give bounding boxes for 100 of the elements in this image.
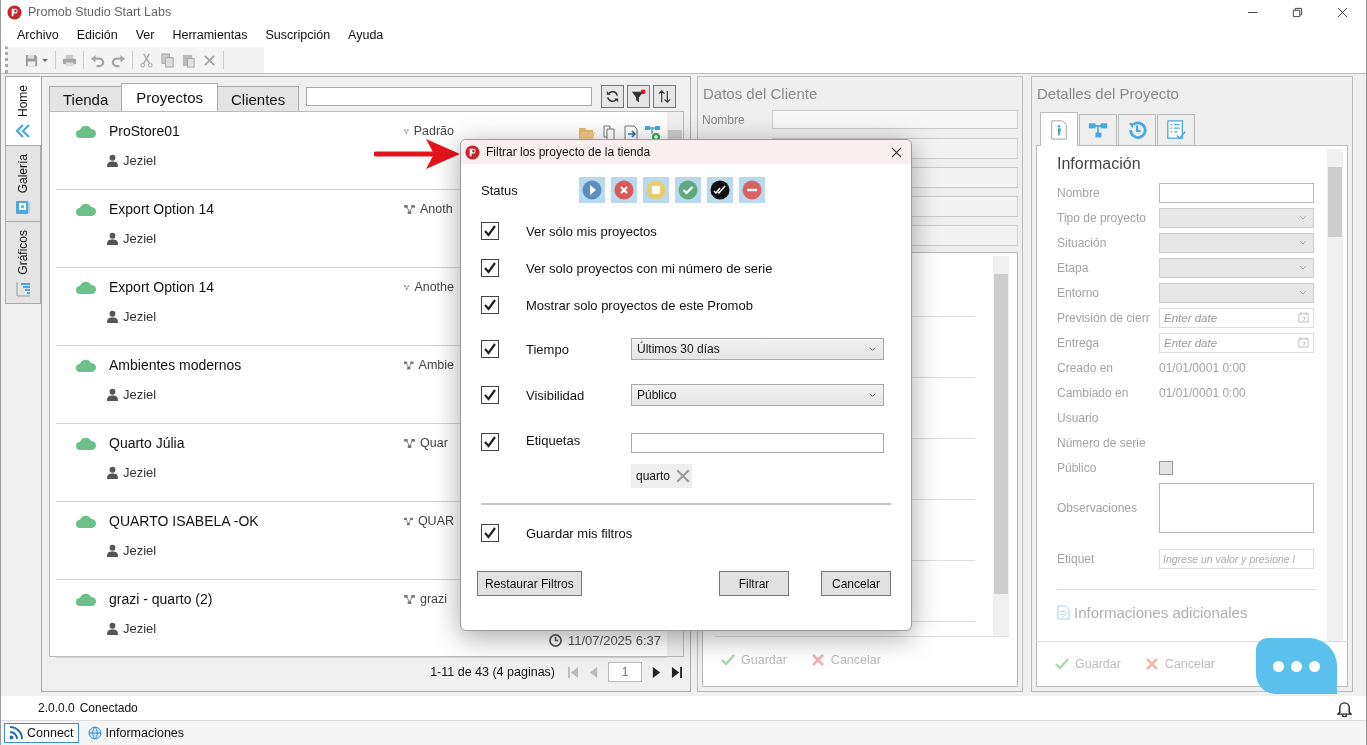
tags-input-field[interactable] (631, 433, 884, 453)
status-toggle[interactable] (579, 177, 605, 203)
first-page-icon[interactable] (568, 665, 579, 679)
chat-button[interactable] (1256, 638, 1337, 694)
folder-icon[interactable] (579, 125, 595, 141)
checkbox[interactable] (481, 433, 499, 451)
menu-item[interactable]: Archivo (8, 28, 68, 42)
project-name[interactable]: Quarto Júlia (109, 435, 185, 451)
taskbar-button[interactable]: Connect (4, 723, 79, 743)
side-tab[interactable]: Gráficos (5, 221, 41, 305)
cloud-icon (76, 280, 96, 294)
user-icon (107, 153, 118, 167)
dropdown[interactable] (1159, 282, 1314, 303)
reset-button[interactable]: Restaurar Filtros (477, 571, 582, 596)
project-branch: QUAR (417, 514, 454, 528)
input-field[interactable] (1159, 182, 1314, 203)
filter-button[interactable] (627, 85, 651, 108)
page-number-field[interactable]: 1 (608, 662, 642, 682)
filter-button[interactable]: Filtrar (719, 571, 789, 596)
maximize-icon[interactable] (1292, 6, 1303, 18)
checkbox[interactable] (481, 386, 499, 404)
dropdown[interactable] (1159, 207, 1314, 228)
cancel-button[interactable]: Cancelar (821, 571, 891, 596)
previous-page-icon[interactable] (588, 665, 599, 679)
input-field[interactable] (772, 110, 1018, 129)
cut-icon[interactable] (139, 52, 154, 68)
placeholder: Enter date (1164, 336, 1218, 349)
calendar-icon[interactable] (1298, 337, 1309, 348)
tab[interactable] (1118, 114, 1156, 145)
menu-item[interactable]: Edición (67, 28, 127, 42)
delete-icon[interactable] (202, 52, 217, 68)
remove-icon[interactable] (676, 469, 691, 483)
dropdown[interactable] (1159, 232, 1314, 253)
menu-item[interactable]: Ver (126, 28, 164, 42)
window-title: Promob Studio Start Labs (28, 5, 172, 19)
status-toggle[interactable] (707, 177, 733, 203)
calendar-icon[interactable] (1298, 312, 1309, 323)
branch-icon (404, 204, 415, 214)
note-icon (1057, 605, 1070, 620)
close-icon[interactable] (891, 146, 902, 158)
chevron-down-icon (869, 392, 876, 398)
next-page-icon[interactable] (651, 665, 662, 679)
field-label: Cambiado en (1057, 385, 1130, 400)
tab[interactable] (1040, 112, 1078, 146)
clock-icon (549, 634, 562, 647)
checkbox[interactable] (1159, 460, 1173, 475)
side-tab[interactable]: Galería (5, 145, 41, 223)
bell-icon[interactable] (1337, 699, 1352, 717)
checkbox[interactable] (481, 222, 499, 240)
tab[interactable]: Clientes (217, 86, 300, 111)
tags-field[interactable]: Ingrese un valor y presione l (1159, 548, 1314, 569)
print-icon[interactable] (62, 52, 77, 68)
project-name[interactable]: ProStore01 (109, 123, 180, 139)
project-name[interactable]: QUARTO ISABELA -OK (109, 513, 259, 529)
status-toggle[interactable] (611, 177, 637, 203)
app-logo-icon (7, 4, 22, 20)
project-name[interactable]: grazi - quarto (2) (109, 591, 213, 607)
checkbox[interactable] (481, 340, 499, 358)
field-label: Observaciones (1057, 501, 1139, 515)
side-tab[interactable]: Home (5, 76, 41, 146)
redo-icon[interactable] (111, 52, 126, 68)
dropdown[interactable] (1159, 257, 1314, 278)
project-branch: Ambie (418, 358, 454, 372)
refresh-button[interactable] (601, 85, 625, 108)
project-name[interactable]: Ambientes modernos (109, 357, 242, 373)
menu-item[interactable]: Ayuda (339, 28, 393, 42)
export-icon[interactable] (623, 125, 639, 141)
checkbox[interactable] (481, 259, 499, 277)
option-label: Guardar mis filtros (526, 525, 633, 541)
scrollbar[interactable] (1327, 149, 1343, 641)
tab[interactable]: Proyectos (121, 83, 218, 111)
last-page-icon[interactable] (671, 665, 682, 679)
menu-item[interactable]: Herramientas (163, 28, 257, 42)
text-area[interactable] (1159, 483, 1314, 533)
dropdown[interactable]: Público (631, 384, 884, 406)
status-toggle[interactable] (675, 177, 701, 203)
undo-icon[interactable] (90, 52, 105, 68)
copy-icon[interactable] (160, 52, 175, 68)
project-name[interactable]: Export Option 14 (109, 201, 215, 217)
close-icon[interactable] (1337, 6, 1348, 18)
checkbox[interactable] (481, 296, 499, 314)
sort-button[interactable] (653, 85, 677, 108)
check-icon (1055, 658, 1069, 670)
menu-item[interactable]: Suscripción (256, 28, 340, 42)
tab[interactable] (1079, 114, 1117, 145)
status-toggle[interactable] (739, 177, 765, 203)
tab[interactable] (1157, 114, 1195, 145)
project-name[interactable]: Export Option 14 (109, 279, 215, 295)
tab[interactable]: Tienda (49, 86, 123, 111)
taskbar-button[interactable]: Informaciones (82, 723, 190, 743)
save-icon[interactable] (24, 52, 39, 68)
cloud-icon (76, 124, 96, 138)
paste-icon[interactable] (181, 52, 196, 68)
status-toggle[interactable] (643, 177, 669, 203)
checkbox[interactable] (481, 524, 499, 542)
scrollbar[interactable] (993, 256, 1009, 636)
dropdown-caret-icon[interactable] (41, 56, 49, 64)
dropdown[interactable]: Últimos 30 días (631, 338, 884, 360)
search-field[interactable] (306, 87, 593, 106)
user-icon (107, 231, 118, 245)
